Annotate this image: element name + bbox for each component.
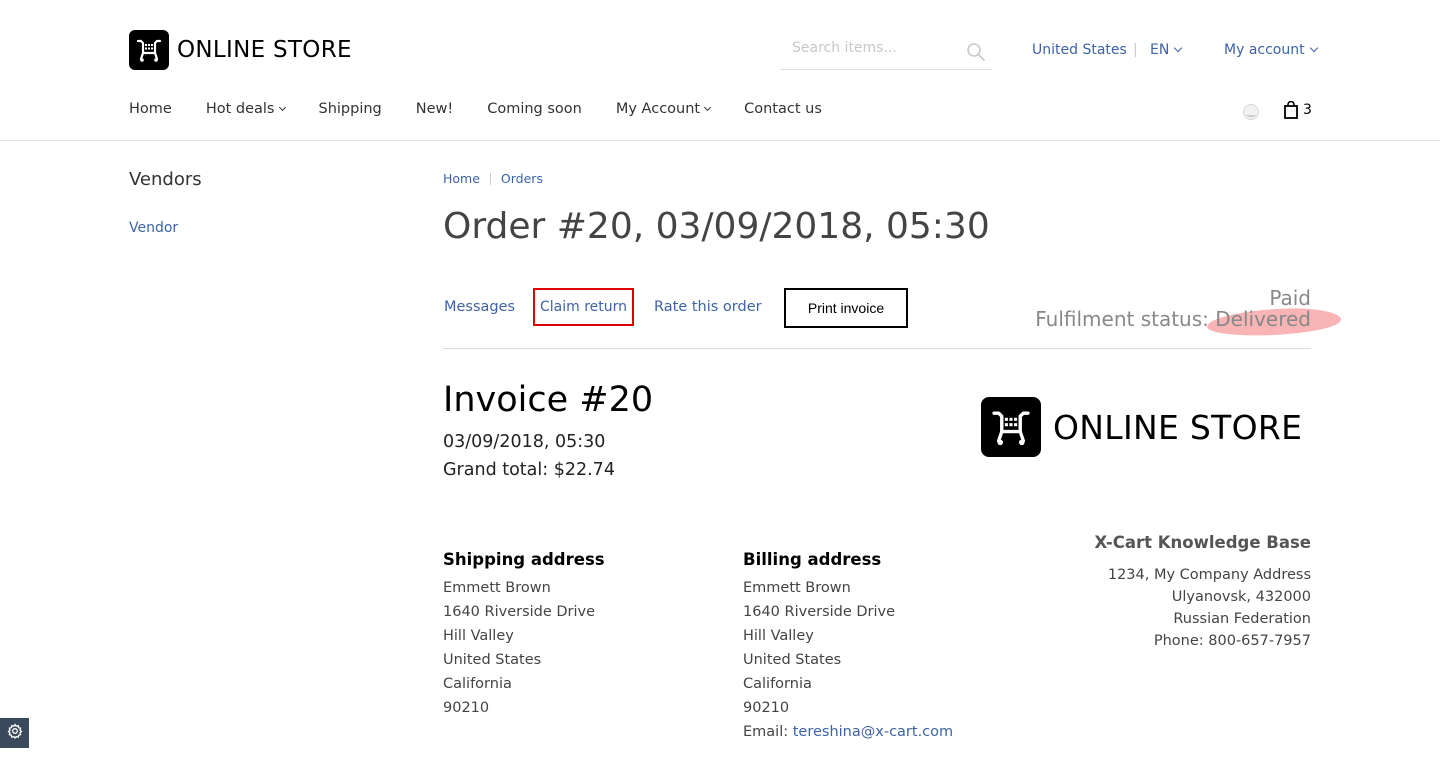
invoice-date: 03/09/2018, 05:30 — [443, 432, 606, 452]
billing-name: Emmett Brown — [743, 580, 851, 596]
invoice-grand-total: Grand total: $22.74 — [443, 460, 615, 480]
breadcrumb-separator — [489, 172, 491, 185]
nav-item-new[interactable]: New! — [416, 101, 453, 117]
invoice-logo: ONLINE STORE — [981, 397, 1302, 457]
company-country: Russian Federation — [1173, 611, 1311, 627]
shipping-address-title: Shipping address — [443, 550, 605, 569]
company-city: Ulyanovsk, 432000 — [1171, 589, 1311, 605]
nav-item-hot-deals[interactable]: Hot deals — [205, 101, 286, 117]
settings-button[interactable] — [0, 718, 29, 748]
shipping-zip: 90210 — [443, 700, 490, 716]
billing-email-link[interactable]: tereshina@x-cart.com — [793, 724, 953, 740]
shipping-name: Emmett Brown — [443, 580, 551, 596]
invoice-logo-text: ONLINE STORE — [1053, 407, 1303, 447]
nav-item-my-account[interactable]: My Account — [615, 101, 712, 117]
fulfilment-status: Fulfilment status: Delivered — [990, 306, 1342, 338]
billing-zip: 90210 — [743, 700, 790, 716]
nav-label: My Account — [615, 101, 701, 117]
my-account-menu[interactable]: My account — [1224, 42, 1318, 58]
gear-icon — [7, 723, 23, 743]
chevron-down-icon — [1174, 43, 1183, 53]
shipping-address: Shipping address Emmett Brown 1640 River… — [443, 550, 703, 720]
nav-item-shipping[interactable]: Shipping — [319, 101, 382, 117]
shipping-city: Hill Valley — [443, 628, 514, 644]
header-separator: | — [1133, 42, 1138, 58]
search-box — [780, 32, 992, 70]
company-info: X-Cart Knowledge Base 1234, My Company A… — [1000, 533, 1311, 652]
cart-count[interactable]: 3 — [1303, 102, 1312, 118]
breadcrumb-orders[interactable]: Orders — [501, 171, 543, 186]
fulfilment-label: Fulfilment status: — [1035, 307, 1209, 331]
chevron-down-icon — [278, 103, 286, 112]
order-divider — [443, 348, 1311, 349]
search-icon[interactable] — [966, 42, 986, 62]
company-phone: Phone: 800-657-7957 — [1153, 633, 1311, 649]
fulfilment-value: Delivered — [1206, 306, 1342, 338]
header-divider — [0, 140, 1440, 141]
nav-label: Hot deals — [205, 101, 275, 117]
shipping-street: 1640 Riverside Drive — [443, 604, 596, 620]
shipping-country: United States — [443, 652, 542, 668]
language-selector[interactable]: EN — [1150, 42, 1183, 58]
billing-email: Email: tereshina@x-cart.com — [743, 720, 1003, 744]
billing-street: 1640 Riverside Drive — [743, 604, 896, 620]
logo-text: ONLINE STORE — [177, 37, 352, 63]
my-account-label: My account — [1224, 42, 1305, 58]
invoice-title: Invoice #20 — [443, 380, 654, 420]
fulfilment-value-text: Delivered — [1215, 307, 1311, 331]
shipping-state: California — [443, 676, 512, 692]
print-invoice-button[interactable]: Print invoice — [784, 288, 908, 328]
nav-label: New! — [415, 101, 454, 117]
billing-email-label: Email: — [743, 724, 793, 740]
company-name: X-Cart Knowledge Base — [1094, 533, 1311, 552]
sidebar-title: Vendors — [129, 169, 202, 190]
cart-logo-icon — [129, 30, 169, 70]
breadcrumb-home[interactable]: Home — [443, 171, 480, 186]
nav-label: Contact us — [744, 101, 822, 117]
billing-address: Billing address Emmett Brown 1640 Rivers… — [743, 550, 1003, 744]
tab-rate-order[interactable]: Rate this order — [654, 299, 762, 315]
breadcrumb: Home Orders — [443, 171, 543, 186]
billing-state: California — [743, 676, 812, 692]
page-title: Order #20, 03/09/2018, 05:30 — [443, 206, 990, 247]
language-label: EN — [1150, 42, 1170, 58]
chevron-down-icon — [1309, 43, 1318, 53]
header-logo[interactable]: ONLINE STORE — [129, 30, 352, 70]
shopping-bag-icon[interactable] — [1284, 100, 1298, 119]
nav-item-contact-us[interactable]: Contact us — [744, 101, 822, 117]
chevron-down-icon — [704, 103, 712, 112]
country-selector[interactable]: United States — [1032, 42, 1127, 58]
theme-toggle-icon[interactable] — [1242, 103, 1260, 121]
sidebar-item-vendor[interactable]: Vendor — [129, 220, 178, 236]
nav-item-home[interactable]: Home — [129, 101, 172, 117]
nav-label: Coming soon — [487, 101, 582, 117]
main-nav: Home Hot deals Shipping New! Coming soon… — [129, 101, 856, 117]
nav-label: Shipping — [318, 101, 382, 117]
tab-messages[interactable]: Messages — [444, 299, 515, 315]
billing-city: Hill Valley — [743, 628, 814, 644]
cart-logo-icon — [981, 397, 1041, 457]
nav-label: Home — [129, 101, 172, 117]
search-input[interactable] — [792, 40, 962, 56]
company-address: 1234, My Company Address — [1107, 567, 1311, 583]
nav-item-coming-soon[interactable]: Coming soon — [487, 101, 582, 117]
billing-country: United States — [743, 652, 842, 668]
billing-address-title: Billing address — [743, 550, 882, 569]
claim-return-link[interactable]: Claim return — [533, 288, 634, 326]
